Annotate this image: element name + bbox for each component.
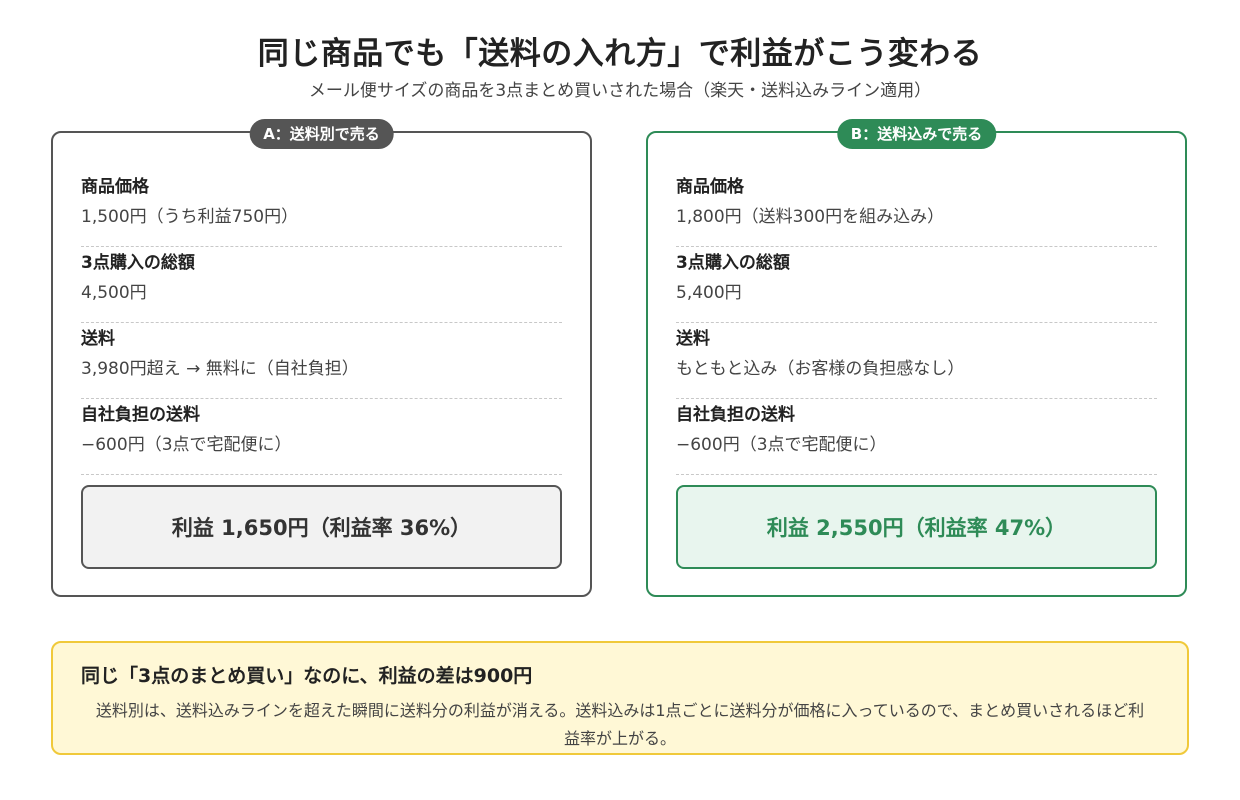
row-label: 3点購入の総額: [676, 253, 790, 273]
summary-note-body: 送料別は、送料込みラインを超えた瞬間に送料分の利益が消える。送料込みは1点ごとに…: [95, 701, 1145, 748]
row-shipping: 送料 もともと込み（お客様の負担感なし）: [676, 323, 1157, 399]
row-value: もともと込み（お客様の負担感なし）: [676, 359, 965, 379]
page-subtitle: メール便サイズの商品を3点まとめ買いされた場合（楽天・送料込みライン適用）: [308, 81, 932, 101]
page-title: 同じ商品でも「送料の入れ方」で利益がこう変わる: [257, 36, 983, 72]
row-value: 1,500円（うち利益750円）: [81, 207, 299, 227]
row-label: 3点購入の総額: [81, 253, 195, 273]
row-value: 3,980円超え → 無料に（自社負担）: [81, 359, 359, 379]
row-label: 自社負担の送料: [676, 405, 795, 425]
row-total: 3点購入の総額 5,400円: [676, 247, 1157, 323]
option-b-profit-result: 利益 2,550円（利益率 47%）: [676, 485, 1157, 569]
row-value: 4,500円: [81, 283, 147, 303]
row-label: 自社負担の送料: [81, 405, 200, 425]
option-a-badge: A：送料別で売る: [249, 119, 394, 149]
option-b-rows: 商品価格 1,800円（送料300円を組み込み） 3点購入の総額 5,400円 …: [676, 171, 1157, 475]
row-label: 商品価格: [81, 177, 149, 197]
option-a-rows: 商品価格 1,500円（うち利益750円） 3点購入の総額 4,500円 送料 …: [81, 171, 562, 475]
row-value: 1,800円（送料300円を組み込み）: [676, 207, 945, 227]
card-option-a: A：送料別で売る 商品価格 1,500円（うち利益750円） 3点購入の総額 4…: [51, 119, 592, 597]
row-label: 送料: [676, 329, 710, 349]
option-a-profit-result: 利益 1,650円（利益率 36%）: [81, 485, 562, 569]
row-value: −600円（3点で宅配便に）: [81, 435, 292, 455]
card-option-b: B：送料込みで売る 商品価格 1,800円（送料300円を組み込み） 3点購入の…: [646, 119, 1187, 597]
row-item-price: 商品価格 1,800円（送料300円を組み込み）: [676, 171, 1157, 247]
row-item-price: 商品価格 1,500円（うち利益750円）: [81, 171, 562, 247]
row-label: 商品価格: [676, 177, 744, 197]
row-total: 3点購入の総額 4,500円: [81, 247, 562, 323]
row-shipping: 送料 3,980円超え → 無料に（自社負担）: [81, 323, 562, 399]
summary-note-heading: 同じ「3点のまとめ買い」なのに、利益の差は900円: [81, 665, 533, 687]
row-value: 5,400円: [676, 283, 742, 303]
row-label: 送料: [81, 329, 115, 349]
row-value: −600円（3点で宅配便に）: [676, 435, 887, 455]
summary-note: 同じ「3点のまとめ買い」なのに、利益の差は900円 送料別は、送料込みラインを超…: [51, 641, 1189, 755]
row-own-shipping-cost: 自社負担の送料 −600円（3点で宅配便に）: [81, 399, 562, 475]
row-own-shipping-cost: 自社負担の送料 −600円（3点で宅配便に）: [676, 399, 1157, 475]
option-b-badge: B：送料込みで売る: [836, 119, 997, 149]
